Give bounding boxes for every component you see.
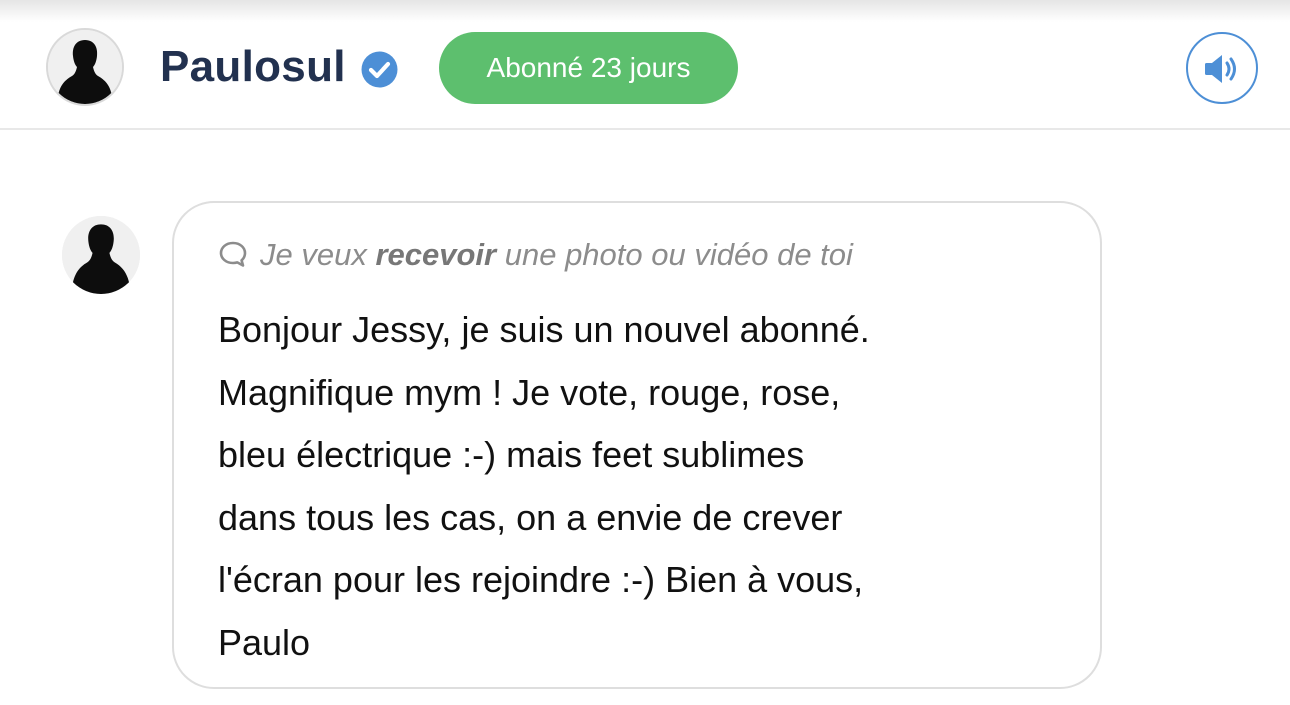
verified-check-icon bbox=[361, 51, 398, 88]
message-line: Magnifique mym ! Je vote, rouge, rose, bbox=[218, 371, 841, 413]
person-silhouette-icon bbox=[48, 30, 122, 104]
sound-button[interactable] bbox=[1186, 32, 1258, 104]
message-line: dans tous les cas, on a envie de crever bbox=[218, 496, 843, 538]
request-prefix: Je veux bbox=[260, 237, 367, 272]
username[interactable]: Paulosul bbox=[160, 40, 346, 94]
speaker-icon bbox=[1205, 55, 1236, 83]
message-bubble: Je veux recevoir une photo ou vidéo de t… bbox=[172, 201, 1102, 689]
message-line: Paulo bbox=[218, 621, 311, 663]
conversation-screen: Paulosul Abonné 23 jours Je veux recevoi bbox=[0, 0, 1290, 705]
subscription-badge: Abonné 23 jours bbox=[439, 32, 738, 104]
request-suffix: une photo ou vidéo de toi bbox=[504, 237, 853, 272]
message-avatar[interactable] bbox=[62, 216, 140, 294]
message-line: bleu électrique :-) mais feet sublimes bbox=[218, 434, 805, 475]
message-line: l'écran pour les rejoindre :-) Bien à vo… bbox=[218, 559, 864, 600]
message-line: Bonjour Jessy, je suis un nouvel abonné. bbox=[218, 309, 870, 350]
request-emphasis: recevoir bbox=[375, 237, 497, 272]
person-silhouette-icon bbox=[62, 216, 140, 294]
user-avatar[interactable] bbox=[46, 28, 124, 106]
top-shadow bbox=[0, 0, 1290, 22]
message-text: Bonjour Jessy, je suis un nouvel abonné.… bbox=[218, 299, 1078, 674]
request-line: Je veux recevoir une photo ou vidéo de t… bbox=[218, 233, 853, 277]
chat-bubble-icon bbox=[219, 241, 247, 267]
